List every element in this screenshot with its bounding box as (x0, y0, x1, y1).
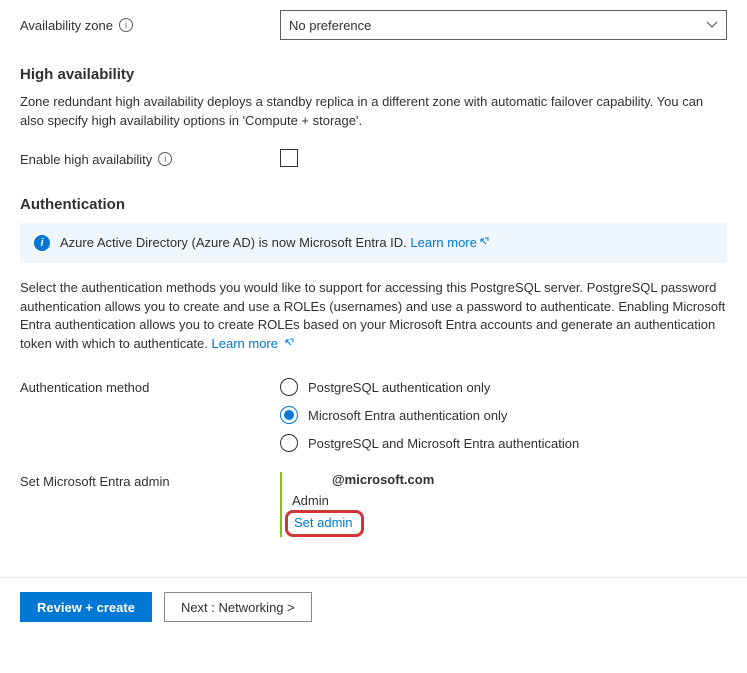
radio-input[interactable] (280, 378, 298, 396)
set-admin-link[interactable]: Set admin (294, 515, 353, 530)
wizard-footer: Review + create Next : Networking > (0, 577, 747, 636)
enable-ha-checkbox[interactable] (280, 149, 298, 167)
authentication-description: Select the authentication methods you wo… (20, 279, 727, 354)
auth-method-label: Authentication method (20, 380, 149, 395)
enable-ha-label: Enable high availability (20, 152, 152, 167)
set-admin-highlight: Set admin (285, 510, 364, 537)
high-availability-description: Zone redundant high availability deploys… (20, 93, 727, 131)
review-create-button[interactable]: Review + create (20, 592, 152, 622)
set-admin-label: Set Microsoft Entra admin (20, 474, 170, 489)
admin-role: Admin (292, 493, 727, 508)
auth-learn-more-link[interactable]: Learn more (212, 336, 294, 351)
radio-both[interactable]: PostgreSQL and Microsoft Entra authentic… (280, 434, 727, 452)
info-icon[interactable]: i (158, 152, 172, 166)
info-icon[interactable]: i (119, 18, 133, 32)
authentication-title: Authentication (20, 196, 727, 213)
enable-ha-row: Enable high availability i (20, 149, 727, 170)
admin-entry: @microsoft.com Admin Set admin (280, 472, 727, 537)
next-networking-button[interactable]: Next : Networking > (164, 592, 312, 622)
banner-text: Azure Active Directory (Azure AD) is now… (60, 235, 489, 250)
radio-entra-only[interactable]: Microsoft Entra authentication only (280, 406, 727, 424)
radio-label: PostgreSQL and Microsoft Entra authentic… (308, 436, 579, 451)
chevron-down-icon (706, 19, 718, 31)
availability-zone-dropdown[interactable]: No preference (280, 10, 727, 40)
availability-zone-value: No preference (289, 18, 371, 33)
info-icon: i (34, 235, 50, 251)
auth-method-row: Authentication method PostgreSQL authent… (20, 378, 727, 452)
availability-zone-row: Availability zone i No preference (20, 10, 727, 40)
auth-method-radio-group: PostgreSQL authentication only Microsoft… (280, 378, 727, 452)
set-admin-row: Set Microsoft Entra admin @microsoft.com… (20, 472, 727, 537)
radio-input[interactable] (280, 406, 298, 424)
entra-info-banner: i Azure Active Directory (Azure AD) is n… (20, 223, 727, 263)
radio-label: Microsoft Entra authentication only (308, 408, 507, 423)
radio-label: PostgreSQL authentication only (308, 380, 490, 395)
external-link-icon (479, 237, 489, 247)
radio-pg-only[interactable]: PostgreSQL authentication only (280, 378, 727, 396)
banner-learn-more-link[interactable]: Learn more (410, 235, 488, 250)
high-availability-title: High availability (20, 66, 727, 83)
admin-email: @microsoft.com (292, 472, 727, 487)
availability-zone-label: Availability zone (20, 18, 113, 33)
radio-input[interactable] (280, 434, 298, 452)
external-link-icon (284, 338, 294, 348)
